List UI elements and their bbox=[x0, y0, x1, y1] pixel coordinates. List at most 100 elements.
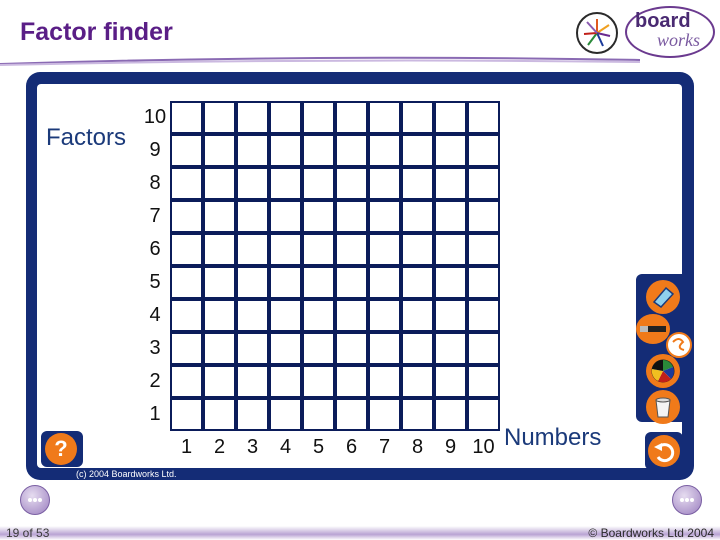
grid-cell[interactable] bbox=[236, 233, 269, 266]
grid-cell[interactable] bbox=[302, 299, 335, 332]
grid-cell[interactable] bbox=[401, 233, 434, 266]
grid-cell[interactable] bbox=[170, 134, 203, 167]
grid-cell[interactable] bbox=[236, 365, 269, 398]
grid-cell[interactable] bbox=[467, 101, 500, 134]
grid-cell[interactable] bbox=[335, 398, 368, 431]
grid-cell[interactable] bbox=[203, 134, 236, 167]
grid-cell[interactable] bbox=[203, 101, 236, 134]
grid-cell[interactable] bbox=[203, 398, 236, 431]
grid-cell[interactable] bbox=[302, 101, 335, 134]
grid-cell[interactable] bbox=[335, 266, 368, 299]
grid-cell[interactable] bbox=[335, 200, 368, 233]
grid-cell[interactable] bbox=[170, 332, 203, 365]
grid-cell[interactable] bbox=[203, 266, 236, 299]
grid-cell[interactable] bbox=[170, 299, 203, 332]
grid-cell[interactable] bbox=[368, 167, 401, 200]
grid-cell[interactable] bbox=[434, 398, 467, 431]
grid-cell[interactable] bbox=[269, 332, 302, 365]
previous-slide-button[interactable] bbox=[20, 485, 50, 515]
grid-cell[interactable] bbox=[203, 365, 236, 398]
grid-cell[interactable] bbox=[401, 332, 434, 365]
grid-cell[interactable] bbox=[236, 134, 269, 167]
grid-cell[interactable] bbox=[467, 134, 500, 167]
grid-cell[interactable] bbox=[335, 101, 368, 134]
grid-cell[interactable] bbox=[335, 332, 368, 365]
grid-cell[interactable] bbox=[434, 299, 467, 332]
grid-cell[interactable] bbox=[434, 365, 467, 398]
grid-cell[interactable] bbox=[236, 398, 269, 431]
grid-cell[interactable] bbox=[302, 266, 335, 299]
grid-cell[interactable] bbox=[368, 398, 401, 431]
grid-cell[interactable] bbox=[203, 299, 236, 332]
grid-cell[interactable] bbox=[203, 233, 236, 266]
grid-cell[interactable] bbox=[368, 266, 401, 299]
grid-cell[interactable] bbox=[434, 101, 467, 134]
grid-cell[interactable] bbox=[401, 101, 434, 134]
grid-cell[interactable] bbox=[269, 233, 302, 266]
grid-cell[interactable] bbox=[302, 332, 335, 365]
grid-cell[interactable] bbox=[401, 200, 434, 233]
grid-cell[interactable] bbox=[170, 266, 203, 299]
grid-cell[interactable] bbox=[401, 398, 434, 431]
grid-cell[interactable] bbox=[467, 332, 500, 365]
pen-tool-button[interactable] bbox=[636, 314, 670, 344]
grid-cell[interactable] bbox=[335, 167, 368, 200]
grid-cell[interactable] bbox=[236, 167, 269, 200]
grid-cell[interactable] bbox=[467, 398, 500, 431]
grid-cell[interactable] bbox=[467, 233, 500, 266]
grid-cell[interactable] bbox=[269, 299, 302, 332]
grid-cell[interactable] bbox=[302, 398, 335, 431]
grid-cell[interactable] bbox=[170, 200, 203, 233]
grid-cell[interactable] bbox=[368, 233, 401, 266]
grid-cell[interactable] bbox=[401, 167, 434, 200]
grid-cell[interactable] bbox=[467, 167, 500, 200]
grid-cell[interactable] bbox=[368, 332, 401, 365]
grid-cell[interactable] bbox=[434, 167, 467, 200]
grid-cell[interactable] bbox=[434, 134, 467, 167]
eraser-tool-button[interactable] bbox=[646, 280, 680, 314]
grid-cell[interactable] bbox=[401, 299, 434, 332]
grid-cell[interactable] bbox=[335, 365, 368, 398]
clear-button[interactable] bbox=[646, 390, 680, 424]
grid-cell[interactable] bbox=[302, 200, 335, 233]
grid-cell[interactable] bbox=[236, 332, 269, 365]
grid-cell[interactable] bbox=[401, 266, 434, 299]
grid-cell[interactable] bbox=[467, 365, 500, 398]
grid-cell[interactable] bbox=[368, 134, 401, 167]
grid-cell[interactable] bbox=[302, 365, 335, 398]
grid-cell[interactable] bbox=[368, 299, 401, 332]
next-slide-button[interactable] bbox=[672, 485, 702, 515]
grid-cell[interactable] bbox=[170, 233, 203, 266]
grid-cell[interactable] bbox=[467, 200, 500, 233]
grid-cell[interactable] bbox=[302, 167, 335, 200]
grid-cell[interactable] bbox=[434, 266, 467, 299]
grid-cell[interactable] bbox=[269, 167, 302, 200]
grid-cell[interactable] bbox=[269, 365, 302, 398]
grid-cell[interactable] bbox=[170, 101, 203, 134]
help-button[interactable]: ? bbox=[41, 431, 83, 467]
grid-cell[interactable] bbox=[269, 398, 302, 431]
grid-cell[interactable] bbox=[368, 101, 401, 134]
grid-cell[interactable] bbox=[269, 266, 302, 299]
grid-cell[interactable] bbox=[467, 299, 500, 332]
grid-cell[interactable] bbox=[368, 365, 401, 398]
grid-cell[interactable] bbox=[467, 266, 500, 299]
grid-cell[interactable] bbox=[434, 200, 467, 233]
grid-cell[interactable] bbox=[302, 134, 335, 167]
grid-cell[interactable] bbox=[302, 233, 335, 266]
grid-cell[interactable] bbox=[170, 398, 203, 431]
grid-cell[interactable] bbox=[269, 200, 302, 233]
grid-cell[interactable] bbox=[170, 167, 203, 200]
grid-cell[interactable] bbox=[236, 101, 269, 134]
grid-cell[interactable] bbox=[335, 233, 368, 266]
grid-cell[interactable] bbox=[203, 167, 236, 200]
grid-cell[interactable] bbox=[401, 134, 434, 167]
grid-cell[interactable] bbox=[170, 365, 203, 398]
grid-cell[interactable] bbox=[236, 299, 269, 332]
grid-cell[interactable] bbox=[368, 200, 401, 233]
grid-cell[interactable] bbox=[434, 332, 467, 365]
grid-cell[interactable] bbox=[236, 266, 269, 299]
grid-cell[interactable] bbox=[335, 299, 368, 332]
grid-cell[interactable] bbox=[236, 200, 269, 233]
grid-cell[interactable] bbox=[335, 134, 368, 167]
